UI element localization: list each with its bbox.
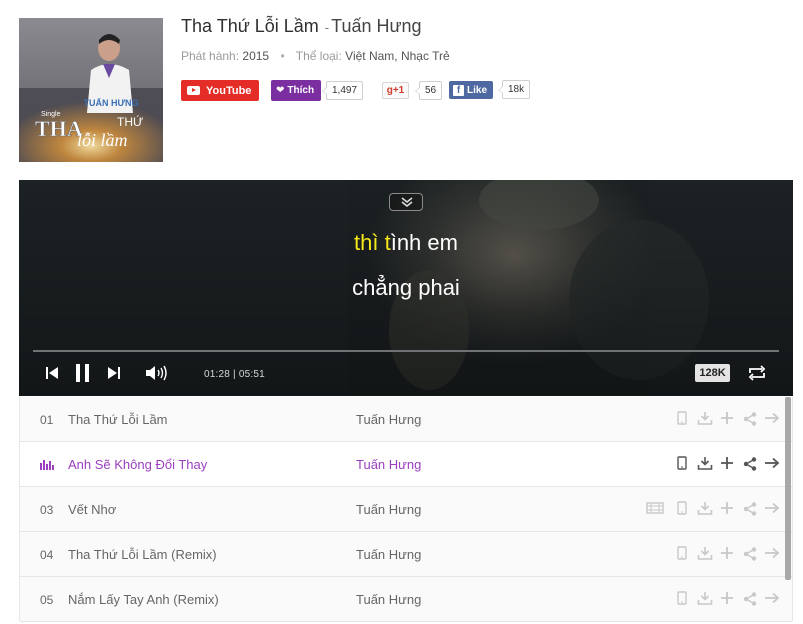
download-icon[interactable] [697, 411, 713, 427]
song-artist-link[interactable]: Tuấn Hưng [331, 16, 421, 36]
facebook-like-count: 18k [497, 80, 531, 99]
next-icon[interactable] [107, 363, 121, 383]
genre-label: Thể loại: [295, 49, 342, 63]
plus-icon[interactable] [720, 591, 734, 607]
plus-icon[interactable] [720, 411, 734, 427]
playlist-row[interactable]: 04 Tha Thứ Lỗi Lầm (Remix) Tuấn Hưng [20, 532, 792, 577]
now-playing-equalizer-icon [40, 460, 54, 470]
quality-button[interactable]: 128K [695, 364, 730, 382]
collapse-lyrics-button[interactable] [389, 193, 423, 211]
cover-title-3: lỗi lầm [77, 130, 128, 150]
lyric-line-next: chẳng phai [352, 275, 460, 300]
cover-title-2: THỨ [117, 114, 143, 129]
track-artist-link[interactable]: Tuấn Hưng [356, 592, 421, 607]
heart-icon: ❤ [276, 85, 285, 96]
track-title-link[interactable]: Nắm Lấy Tay Anh (Remix) [68, 592, 219, 607]
song-meta: Phát hành: 2015 • Thể loại: Việt Nam, Nh… [181, 49, 450, 63]
gplus-button[interactable]: g+1 [382, 82, 409, 99]
current-time: 01:28 [204, 369, 231, 380]
like-count: 1,497 [321, 81, 364, 100]
playlist-row[interactable]: 05 Nắm Lấy Tay Anh (Remix) Tuấn Hưng [20, 577, 792, 622]
music-player: thì tình em chẳng phai 01:28 | 05:51 128… [19, 180, 793, 396]
download-icon[interactable] [697, 456, 713, 472]
facebook-like-button[interactable]: f Like [449, 81, 493, 99]
track-title-link[interactable]: Tha Thứ Lỗi Lầm (Remix) [68, 547, 217, 562]
track-number: 03 [40, 503, 54, 517]
lyric-rest: ình em [390, 230, 458, 255]
song-title: Tha Thứ Lỗi Lầm [181, 16, 319, 36]
mobile-icon[interactable] [677, 456, 687, 472]
download-icon[interactable] [697, 501, 713, 517]
release-label: Phát hành: [181, 49, 240, 63]
release-year: 2015 [242, 49, 270, 63]
track-number: 05 [40, 593, 54, 607]
track-artist-link[interactable]: Tuấn Hưng [356, 502, 421, 517]
track-number: 01 [40, 413, 54, 427]
share-icon[interactable] [742, 456, 758, 472]
plus-icon[interactable] [720, 546, 734, 562]
lyric-highlight: thì t [354, 230, 391, 255]
track-artist-link[interactable]: Tuấn Hưng [356, 412, 421, 427]
share-icon[interactable] [742, 501, 758, 517]
arrow-right-icon[interactable] [764, 411, 780, 427]
track-title-link[interactable]: Tha Thứ Lỗi Lầm [68, 412, 168, 427]
title-separator: - [324, 20, 330, 35]
playlist-scrollbar[interactable] [785, 397, 791, 580]
duration: 05:51 [238, 369, 265, 380]
track-number: 04 [40, 548, 54, 562]
volume-icon[interactable] [145, 363, 169, 383]
previous-icon[interactable] [45, 363, 59, 383]
album-cover[interactable]: TUẤN HƯNG Single THA THỨ lỗi lầm [19, 18, 163, 162]
playlist-row[interactable]: Anh Sẽ Không Đổi Thay Tuấn Hưng [20, 442, 792, 487]
like-label: Thích [287, 85, 315, 96]
plus-icon[interactable] [720, 501, 734, 517]
share-icon[interactable] [742, 546, 758, 562]
mobile-icon[interactable] [677, 501, 687, 517]
track-title-link[interactable]: Vết Nhơ [68, 502, 116, 517]
arrow-right-icon[interactable] [764, 546, 780, 562]
time-display: 01:28 | 05:51 [204, 369, 265, 380]
facebook-like-label: Like [467, 84, 488, 96]
lyric-line-current: thì tình em [19, 230, 793, 256]
song-heading: Tha Thứ Lỗi Lầm - Tuấn Hưng [181, 16, 422, 37]
cover-title-1: THA [35, 116, 83, 141]
share-icon[interactable] [742, 411, 758, 427]
share-icon[interactable] [742, 591, 758, 607]
progress-bar[interactable] [33, 350, 779, 352]
arrow-right-icon[interactable] [764, 501, 780, 517]
repeat-icon[interactable] [747, 364, 767, 382]
plus-icon[interactable] [720, 456, 734, 472]
track-title-link[interactable]: Anh Sẽ Không Đổi Thay [68, 457, 207, 472]
double-chevron-down-icon [401, 197, 413, 208]
track-artist-link[interactable]: Tuấn Hưng [356, 547, 421, 562]
meta-dot: • [280, 49, 285, 63]
arrow-right-icon[interactable] [764, 456, 780, 472]
time-separator: | [233, 369, 236, 380]
playlist-row[interactable]: 01 Tha Thứ Lỗi Lầm Tuấn Hưng [20, 397, 792, 442]
playlist-row[interactable]: 03 Vết Nhơ Tuấn Hưng [20, 487, 792, 532]
cover-singer-name: TUẤN HƯNG [84, 98, 139, 108]
like-button[interactable]: ❤ Thích [271, 80, 321, 101]
youtube-icon [187, 86, 200, 95]
playlist: 01 Tha Thứ Lỗi Lầm Tuấn Hưng Anh Sẽ Không Đ… [19, 397, 793, 622]
download-icon[interactable] [697, 591, 713, 607]
genre-links[interactable]: Việt Nam, Nhạc Trẻ [345, 49, 449, 63]
youtube-button[interactable]: YouTube [181, 80, 259, 101]
facebook-icon: f [453, 84, 464, 96]
download-icon[interactable] [697, 546, 713, 562]
youtube-label: YouTube [206, 84, 252, 97]
arrow-right-icon[interactable] [764, 591, 780, 607]
pause-icon[interactable] [75, 363, 91, 383]
gplus-count: 56 [414, 81, 443, 100]
mobile-icon[interactable] [677, 591, 687, 607]
like-group: ❤ Thích 1,497 [271, 80, 364, 101]
video-icon[interactable] [646, 501, 664, 517]
mobile-icon[interactable] [677, 411, 687, 427]
track-artist-link[interactable]: Tuấn Hưng [356, 457, 421, 472]
mobile-icon[interactable] [677, 546, 687, 562]
